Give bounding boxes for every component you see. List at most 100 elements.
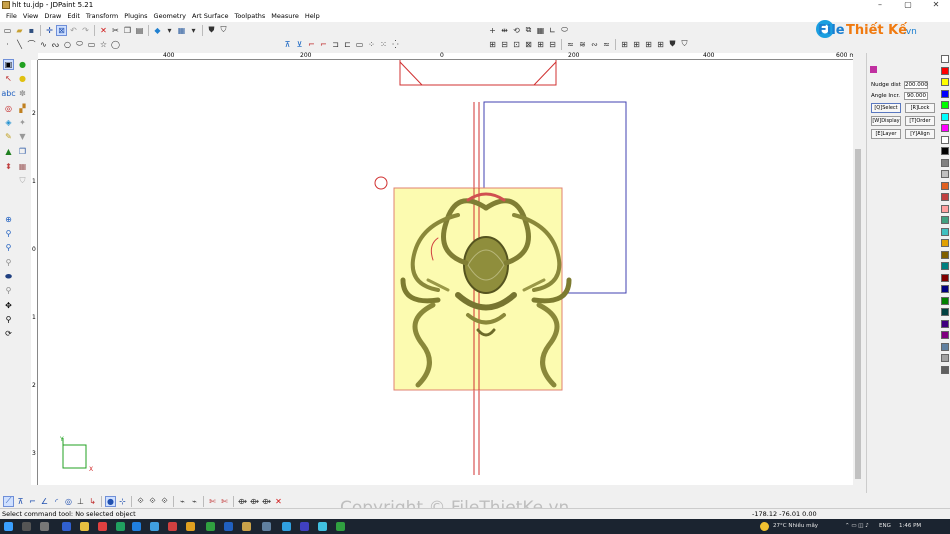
app5-icon[interactable] xyxy=(262,522,271,531)
bucket-tool-icon[interactable]: ▼ xyxy=(17,131,28,142)
outlook-icon[interactable] xyxy=(62,522,71,531)
smooth-icon[interactable]: ⁙ xyxy=(378,39,389,50)
zalo-icon[interactable] xyxy=(282,522,291,531)
diamond-tool-icon[interactable]: ◈ xyxy=(3,117,14,128)
snap-line-icon[interactable]: ⟋ xyxy=(3,495,14,507)
fillet-icon[interactable]: ⌐ xyxy=(306,39,317,50)
break-icon[interactable]: ⊐ xyxy=(330,39,341,50)
relief-tool-icon[interactable]: ▲ xyxy=(3,146,14,157)
tag-icon[interactable]: ⬭ xyxy=(559,25,570,36)
simplify-icon[interactable]: ⁛ xyxy=(390,39,401,50)
drawing-canvas[interactable]: Y X xyxy=(38,60,853,485)
shield-icon[interactable]: ⛊ xyxy=(667,39,678,50)
wave-icon[interactable]: ≈ xyxy=(565,39,576,50)
color-swatch[interactable] xyxy=(941,135,949,144)
undo-icon[interactable]: ↶ xyxy=(68,25,79,36)
zoom-in-icon[interactable]: ⚲ xyxy=(3,228,14,239)
chamfer-icon[interactable]: ⌐ xyxy=(318,39,329,50)
color-swatch[interactable] xyxy=(941,55,949,63)
snap-tangent-icon[interactable]: ∠ xyxy=(39,496,50,507)
ellipse-icon[interactable]: ⬭ xyxy=(74,39,85,50)
vector-icon[interactable]: ⟴ xyxy=(237,496,248,507)
maximize-button[interactable]: ▢ xyxy=(898,0,918,11)
snap-circle-icon[interactable]: ◎ xyxy=(63,496,74,507)
line-icon[interactable]: ╲ xyxy=(14,39,25,50)
weather-text[interactable]: 27°C Nhiều mây xyxy=(773,523,818,529)
rotate-icon[interactable]: ⟲ xyxy=(511,25,522,36)
clock[interactable]: 1:46 PM xyxy=(899,523,921,529)
select-tool-icon[interactable]: ▣ xyxy=(3,59,14,70)
snap-grid2-icon[interactable]: ⟐ xyxy=(147,496,158,507)
knife2-icon[interactable]: ⌁ xyxy=(189,496,200,507)
table3-icon[interactable]: ⊞ xyxy=(643,39,654,50)
circle-icon[interactable]: ○ xyxy=(62,39,73,50)
menu-measure[interactable]: Measure xyxy=(268,11,302,22)
menu-help[interactable]: Help xyxy=(302,11,323,22)
grid2-icon[interactable]: ⊟ xyxy=(499,39,510,50)
sculpt-tool-icon[interactable]: ⬍ xyxy=(3,161,14,172)
rectangle-icon[interactable]: ▭ xyxy=(86,39,97,50)
store-icon[interactable] xyxy=(150,522,159,531)
bulb-tool-icon[interactable]: ● xyxy=(17,73,28,84)
color-swatch[interactable] xyxy=(941,308,949,316)
dropdown-arrow-icon[interactable]: ▾ xyxy=(164,25,175,36)
color-swatch[interactable] xyxy=(941,158,949,167)
zoom-out-icon[interactable]: ⚲ xyxy=(3,242,14,253)
trim-icon[interactable]: ⊼ xyxy=(282,39,293,50)
snap-perpendicular-icon[interactable]: ⊥ xyxy=(75,496,86,507)
layer-tool-icon[interactable]: ▦ xyxy=(17,161,28,172)
edge-icon[interactable] xyxy=(132,522,141,531)
open-folder-icon[interactable]: ▰ xyxy=(14,25,25,36)
color-swatch[interactable] xyxy=(941,365,949,374)
globe-tool-icon[interactable]: ● xyxy=(17,59,28,70)
color-swatch[interactable] xyxy=(941,262,949,270)
horizontal-scrollbar[interactable] xyxy=(38,485,853,494)
pan-icon[interactable]: ✥ xyxy=(3,300,14,311)
arc-icon[interactable]: ⌒ xyxy=(26,39,37,50)
table2-icon[interactable]: ⊞ xyxy=(631,39,642,50)
cut-path2-icon[interactable]: ✄ xyxy=(219,496,230,507)
menu-file[interactable]: File xyxy=(3,11,20,22)
color-swatch[interactable] xyxy=(941,170,949,178)
color-swatch[interactable] xyxy=(941,181,949,190)
chrome-icon[interactable] xyxy=(206,522,215,531)
vector2-icon[interactable]: ⟴ xyxy=(249,496,260,507)
app4-icon[interactable] xyxy=(224,522,233,531)
color-swatch[interactable] xyxy=(941,147,949,155)
extend-icon[interactable]: ⊻ xyxy=(294,39,305,50)
new-file-icon[interactable]: ▭ xyxy=(2,25,13,36)
shield-outline-icon[interactable]: ⛉ xyxy=(218,25,229,36)
join-icon[interactable]: ⊏ xyxy=(342,39,353,50)
zoom-extent-icon[interactable]: ⚲ xyxy=(3,285,14,296)
cancel-snap-icon[interactable]: ✕ xyxy=(273,496,284,507)
shield-tool-icon[interactable]: ⛉ xyxy=(17,175,28,186)
wave2-icon[interactable]: ≋ xyxy=(577,39,588,50)
dropdown-arrow-icon[interactable]: ▾ xyxy=(188,25,199,36)
zoom-window-icon[interactable]: ⊕ xyxy=(3,214,14,225)
color-swatch[interactable] xyxy=(941,66,949,75)
shield-icon[interactable]: ⛊ xyxy=(206,25,217,36)
table4-icon[interactable]: ⊞ xyxy=(655,39,666,50)
display-button[interactable]: [W]Display xyxy=(871,116,901,126)
app2-icon[interactable] xyxy=(168,522,177,531)
color-swatch[interactable] xyxy=(941,273,949,282)
node-tool-icon[interactable]: ↖ xyxy=(3,73,14,84)
grid4-icon[interactable]: ⊠ xyxy=(523,39,534,50)
zoom-all-icon[interactable]: ⬬ xyxy=(3,271,14,282)
color-swatch[interactable] xyxy=(941,101,949,109)
wave3-icon[interactable]: ∾ xyxy=(589,39,600,50)
select-box-icon[interactable]: ⊠ xyxy=(56,24,67,36)
snap-arc-icon[interactable]: ⌐ xyxy=(27,496,38,507)
crosshair-icon[interactable]: ✛ xyxy=(44,25,55,36)
redo-icon[interactable]: ↷ xyxy=(80,25,91,36)
mirror-icon[interactable]: ⧉ xyxy=(523,25,534,36)
task-view-icon[interactable] xyxy=(40,522,49,531)
file-explorer-icon[interactable] xyxy=(80,522,89,531)
color-swatch[interactable] xyxy=(941,296,949,305)
app3-icon[interactable] xyxy=(186,522,195,531)
save-icon[interactable]: ▪ xyxy=(26,25,37,36)
zoom-prev-icon[interactable]: ⚲ xyxy=(3,257,14,268)
color-swatch[interactable] xyxy=(941,78,949,86)
snap-perp-icon[interactable]: ⊼ xyxy=(15,496,26,507)
close-button[interactable]: ✕ xyxy=(926,0,946,11)
